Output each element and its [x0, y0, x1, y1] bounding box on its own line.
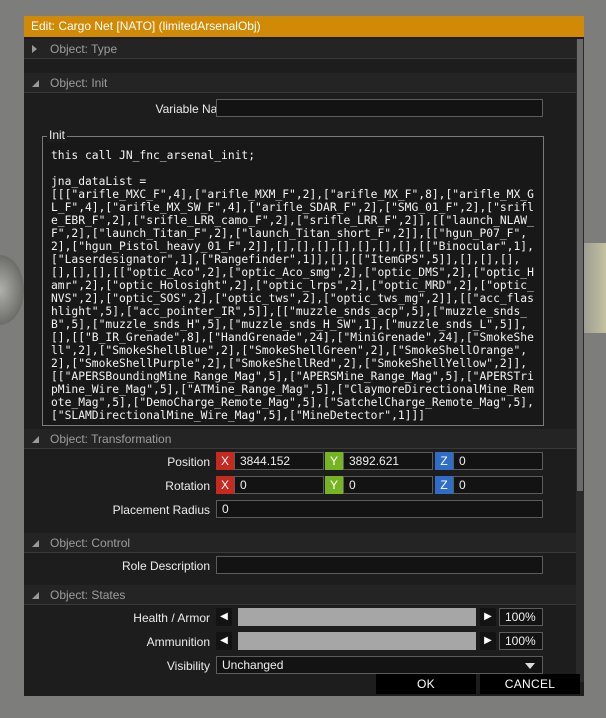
placement-radius-input[interactable]: 0: [216, 500, 543, 518]
position-z-input[interactable]: 0: [453, 452, 543, 470]
arrow-right-icon: ▶: [484, 635, 492, 646]
background-scene-right: [582, 243, 606, 333]
position-z-axis-badge: Z: [435, 452, 453, 470]
section-header-control[interactable]: Object: Control: [24, 533, 576, 553]
section-init: Object: Init Variable Name Init this cal…: [24, 73, 576, 439]
position-x-axis-badge: X: [216, 452, 234, 470]
health-increase-button[interactable]: ▶: [480, 608, 496, 626]
role-description-label: Role Description: [121, 559, 210, 573]
position-label: Position: [167, 455, 210, 469]
health-decrease-button[interactable]: ◀: [216, 608, 232, 626]
rotation-label: Rotation: [165, 479, 210, 493]
ammunition-label: Ammunition: [146, 635, 210, 649]
arrow-left-icon: ◀: [220, 635, 228, 646]
ok-button[interactable]: OK: [376, 674, 476, 694]
triangle-down-icon: [32, 592, 39, 599]
health-armor-slider[interactable]: [238, 608, 476, 626]
health-armor-slider-fill: [238, 608, 476, 626]
position-y-axis-badge: Y: [325, 452, 343, 470]
dialog-title: Edit: Cargo Net [NATO] (limitedArsenalOb…: [24, 16, 584, 37]
visibility-selected-value: Unchanged: [222, 658, 284, 672]
vertical-scrollbar[interactable]: [576, 39, 584, 682]
ammunition-slider[interactable]: [238, 632, 476, 650]
section-transformation: Object: Transformation Position X 3844.1…: [24, 429, 576, 539]
rotation-x-axis-badge: X: [216, 476, 234, 494]
triangle-down-icon: [32, 80, 39, 87]
section-title-control: Object: Control: [50, 536, 131, 550]
init-label: Init: [47, 128, 68, 142]
section-header-type[interactable]: Object: Type: [24, 39, 576, 59]
init-code-text[interactable]: this call JN_fnc_arsenal_init; jna_dataL…: [51, 149, 535, 423]
section-title-type: Object: Type: [50, 42, 118, 56]
rotation-z-input[interactable]: 0: [453, 476, 543, 494]
section-header-transformation[interactable]: Object: Transformation: [24, 429, 576, 449]
ammunition-decrease-button[interactable]: ◀: [216, 632, 232, 650]
section-type: Object: Type: [24, 39, 576, 63]
dialog-content[interactable]: Object: Type Object: Init Variable Name …: [24, 39, 576, 682]
role-description-input[interactable]: [216, 556, 543, 574]
init-code-editor[interactable]: Init this call JN_fnc_arsenal_init; jna_…: [42, 128, 544, 426]
ammunition-slider-fill: [238, 632, 476, 650]
position-y-input[interactable]: 3892.621: [343, 452, 433, 470]
placement-radius-label: Placement Radius: [112, 503, 210, 517]
section-states: Object: States Health / Armor ◀ ▶ 100% A…: [24, 585, 576, 682]
arrow-right-icon: ▶: [484, 611, 492, 622]
section-control: Object: Control Role Description: [24, 533, 576, 591]
triangle-down-icon: [32, 540, 39, 547]
variable-name-input[interactable]: [216, 99, 543, 117]
visibility-label: Visibility: [166, 659, 210, 673]
arrow-left-icon: ◀: [220, 611, 228, 622]
rotation-y-input[interactable]: 0: [343, 476, 433, 494]
chevron-down-icon: [525, 663, 535, 669]
attributes-dialog: Edit: Cargo Net [NATO] (limitedArsenalOb…: [24, 16, 584, 696]
ammunition-value[interactable]: 100%: [499, 632, 543, 650]
section-title-init: Object: Init: [50, 76, 108, 90]
rotation-x-input[interactable]: 0: [234, 476, 324, 494]
section-title-states: Object: States: [50, 588, 126, 602]
cancel-button[interactable]: CANCEL: [480, 674, 580, 694]
section-title-transformation: Object: Transformation: [50, 432, 172, 446]
ammunition-increase-button[interactable]: ▶: [480, 632, 496, 650]
position-x-input[interactable]: 3844.152: [234, 452, 324, 470]
triangle-right-icon: [32, 45, 37, 53]
scrollbar-thumb[interactable]: [577, 39, 583, 491]
health-armor-value[interactable]: 100%: [499, 608, 543, 626]
health-armor-label: Health / Armor: [133, 611, 210, 625]
rotation-y-axis-badge: Y: [325, 476, 343, 494]
visibility-select[interactable]: Unchanged: [216, 656, 543, 674]
rotation-z-axis-badge: Z: [435, 476, 453, 494]
triangle-down-icon: [32, 436, 39, 443]
section-header-states[interactable]: Object: States: [24, 585, 576, 605]
background-scene-left: [0, 255, 24, 325]
section-header-init[interactable]: Object: Init: [24, 73, 576, 93]
